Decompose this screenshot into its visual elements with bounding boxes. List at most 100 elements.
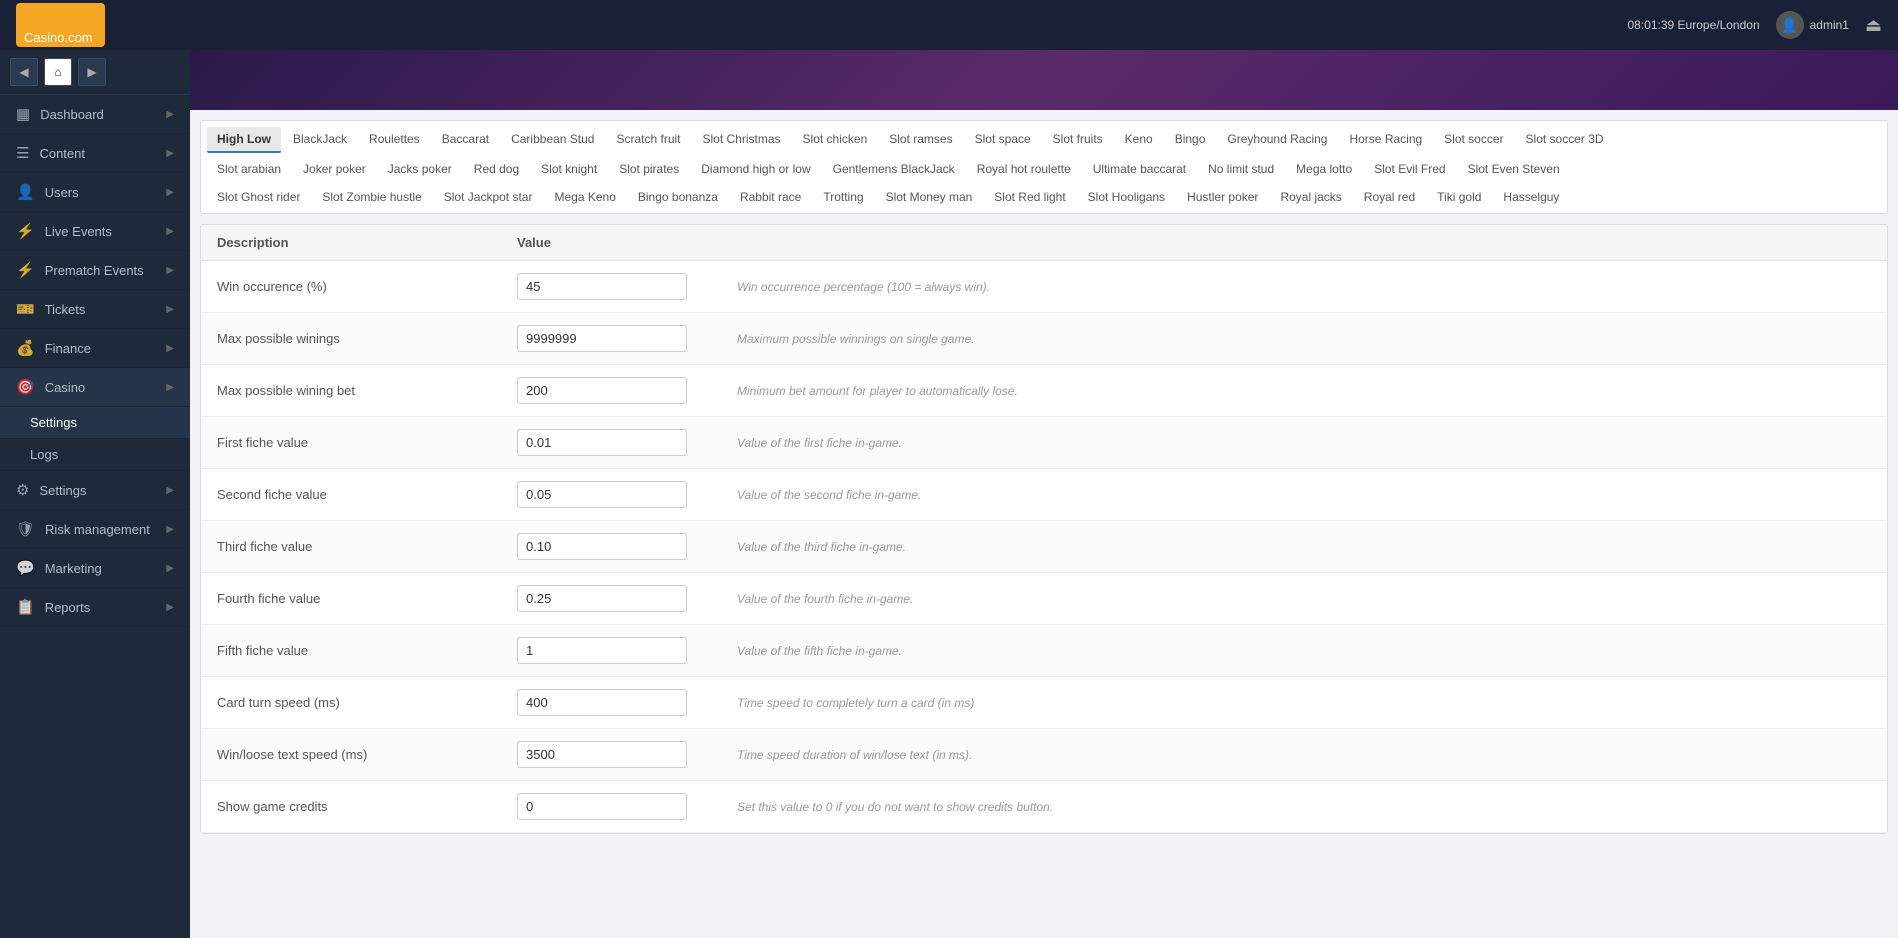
setting-input-fourth-fiche-value[interactable] [517,585,687,612]
tabs-row-2: Slot arabianJoker pokerJacks pokerRed do… [207,157,1881,181]
sidebar-item-prematch-events[interactable]: ⚡ Prematch Events ▶ [0,251,190,290]
tab-slot-chicken[interactable]: Slot chicken [793,127,878,153]
tab-greyhound-racing[interactable]: Greyhound Racing [1217,127,1337,153]
tab-baccarat[interactable]: Baccarat [432,127,499,153]
tickets-icon: 🎫 [16,300,35,318]
tab-royal-red[interactable]: Royal red [1354,185,1425,209]
tab-bingo-bonanza[interactable]: Bingo bonanza [628,185,728,209]
settings-rows: Win occurence (%)Win occurrence percenta… [201,261,1887,833]
tab-roulettes[interactable]: Roulettes [359,127,430,153]
setting-label-fifth-fiche-value: Fifth fiche value [217,643,517,658]
sidebar-item-marketing[interactable]: 💬 Marketing ▶ [0,549,190,588]
sidebar-item-finance[interactable]: 💰 Finance ▶ [0,329,190,368]
tab-royal-hot-roulette[interactable]: Royal hot roulette [967,157,1081,181]
setting-input-max-possible-winnings[interactable] [517,325,687,352]
users-icon: 👤 [16,183,35,201]
tab-bingo[interactable]: Bingo [1165,127,1216,153]
settings-row-win-occurrence: Win occurence (%)Win occurrence percenta… [201,261,1887,313]
setting-hint-first-fiche-value: Value of the first fiche in-game. [717,436,1871,450]
tab-slot-jackpot-star[interactable]: Slot Jackpot star [434,185,543,209]
nav-forward-button[interactable]: ▶ [78,58,106,86]
tab-slot-christmas[interactable]: Slot Christmas [693,127,791,153]
setting-label-fourth-fiche-value: Fourth fiche value [217,591,517,606]
tab-gentlemens-blackjack[interactable]: Gentlemens BlackJack [823,157,965,181]
sidebar-item-casino[interactable]: 🎯 Casino ▶ [0,368,190,407]
tab-tiki-gold[interactable]: Tiki gold [1427,185,1491,209]
tab-scratch-fruit[interactable]: Scratch fruit [606,127,690,153]
tab-diamond-high-or-low[interactable]: Diamond high or low [691,157,820,181]
tab-slot-evil-fred[interactable]: Slot Evil Fred [1364,157,1455,181]
tab-joker-poker[interactable]: Joker poker [293,157,376,181]
settings-icon: ⚙ [16,481,29,499]
sidebar-sub-item-logs[interactable]: Logs [0,439,190,471]
user-info[interactable]: 👤 admin1 [1776,11,1849,39]
setting-input-fifth-fiche-value[interactable] [517,637,687,664]
tab-ultimate-baccarat[interactable]: Ultimate baccarat [1083,157,1196,181]
tab-slot-zombie-hustle[interactable]: Slot Zombie hustle [312,185,431,209]
setting-input-second-fiche-value[interactable] [517,481,687,508]
sidebar-item-users[interactable]: 👤 Users ▶ [0,173,190,212]
setting-input-card-turn-speed[interactable] [517,689,687,716]
tab-slot-knight[interactable]: Slot knight [531,157,607,181]
sidebar-item-settings[interactable]: ⚙ Settings ▶ [0,471,190,510]
sidebar-item-reports[interactable]: 📋 Reports ▶ [0,588,190,627]
nav-home-button[interactable]: ⌂ [44,58,72,86]
setting-hint-third-fiche-value: Value of the third fiche in-game. [717,540,1871,554]
tab-jacks-poker[interactable]: Jacks poker [378,157,462,181]
setting-input-win-occurrence[interactable] [517,273,687,300]
tab-no-limit-stud[interactable]: No limit stud [1198,157,1284,181]
arrow-icon: ▶ [166,602,174,613]
sidebar-label-prematch: Prematch Events [45,263,144,278]
sidebar-item-risk-management[interactable]: 🛡 Risk management ▶ [0,510,190,549]
tab-slot-hooligans[interactable]: Slot Hooligans [1078,185,1175,209]
header-value: Value [517,235,1871,250]
tab-slot-soccer[interactable]: Slot soccer [1434,127,1513,153]
logout-icon[interactable]: ⏏ [1865,15,1882,36]
username-label: admin1 [1810,18,1849,32]
tab-horse-racing[interactable]: Horse Racing [1339,127,1432,153]
tab-trotting[interactable]: Trotting [813,185,873,209]
tab-mega-lotto[interactable]: Mega lotto [1286,157,1362,181]
setting-label-max-possible-wining-bet: Max possible wining bet [217,383,517,398]
tab-slot-soccer-3d[interactable]: Slot soccer 3D [1516,127,1614,153]
setting-hint-show-game-credits: Set this value to 0 if you do not want t… [717,800,1871,814]
setting-input-win-loose-text-speed[interactable] [517,741,687,768]
tab-slot-even-steven[interactable]: Slot Even Steven [1458,157,1570,181]
tab-rabbit-race[interactable]: Rabbit race [730,185,811,209]
setting-label-max-possible-winnings: Max possible winings [217,331,517,346]
setting-input-max-possible-wining-bet[interactable] [517,377,687,404]
tab-red-dog[interactable]: Red dog [464,157,529,181]
setting-input-third-fiche-value[interactable] [517,533,687,560]
tab-slot-ghost-rider[interactable]: Slot Ghost rider [207,185,310,209]
sidebar-item-tickets[interactable]: 🎫 Tickets ▶ [0,290,190,329]
sidebar-sub-item-settings[interactable]: Settings [0,407,190,439]
tab-hasselguy[interactable]: Hasselguy [1493,185,1569,209]
nav-back-button[interactable]: ◀ [10,58,38,86]
dashboard-icon: ▦ [16,105,30,123]
sidebar-item-live-events[interactable]: ⚡ Live Events ▶ [0,212,190,251]
tab-mega-keno[interactable]: Mega Keno [544,185,625,209]
tab-hustler-poker[interactable]: Hustler poker [1177,185,1268,209]
tab-slot-space[interactable]: Slot space [965,127,1041,153]
tab-caribbean-stud[interactable]: Caribbean Stud [501,127,604,153]
tab-slot-red-light[interactable]: Slot Red light [984,185,1075,209]
sidebar-item-dashboard[interactable]: ▦ Dashboard ▶ [0,95,190,134]
setting-hint-second-fiche-value: Value of the second fiche in-game. [717,488,1871,502]
setting-input-show-game-credits[interactable] [517,793,687,820]
tab-royal-jacks[interactable]: Royal jacks [1270,185,1351,209]
finance-icon: 💰 [16,339,35,357]
tab-slot-ramses[interactable]: Slot ramses [879,127,962,153]
tab-blackjack[interactable]: BlackJack [283,127,357,153]
settings-header: Description Value [201,225,1887,261]
header-right: 08:01:39 Europe/London 👤 admin1 ⏏ [1628,11,1883,39]
arrow-icon: ▶ [166,109,174,120]
tab-high-low[interactable]: High Low [207,127,281,153]
tab-slot-fruits[interactable]: Slot fruits [1043,127,1113,153]
sidebar-item-content[interactable]: ☰ Content ▶ [0,134,190,173]
tab-slot-money-man[interactable]: Slot Money man [876,185,983,209]
setting-input-first-fiche-value[interactable] [517,429,687,456]
arrow-icon: ▶ [166,382,174,393]
tab-slot-pirates[interactable]: Slot pirates [609,157,689,181]
tab-slot-arabian[interactable]: Slot arabian [207,157,291,181]
tab-keno[interactable]: Keno [1115,127,1163,153]
